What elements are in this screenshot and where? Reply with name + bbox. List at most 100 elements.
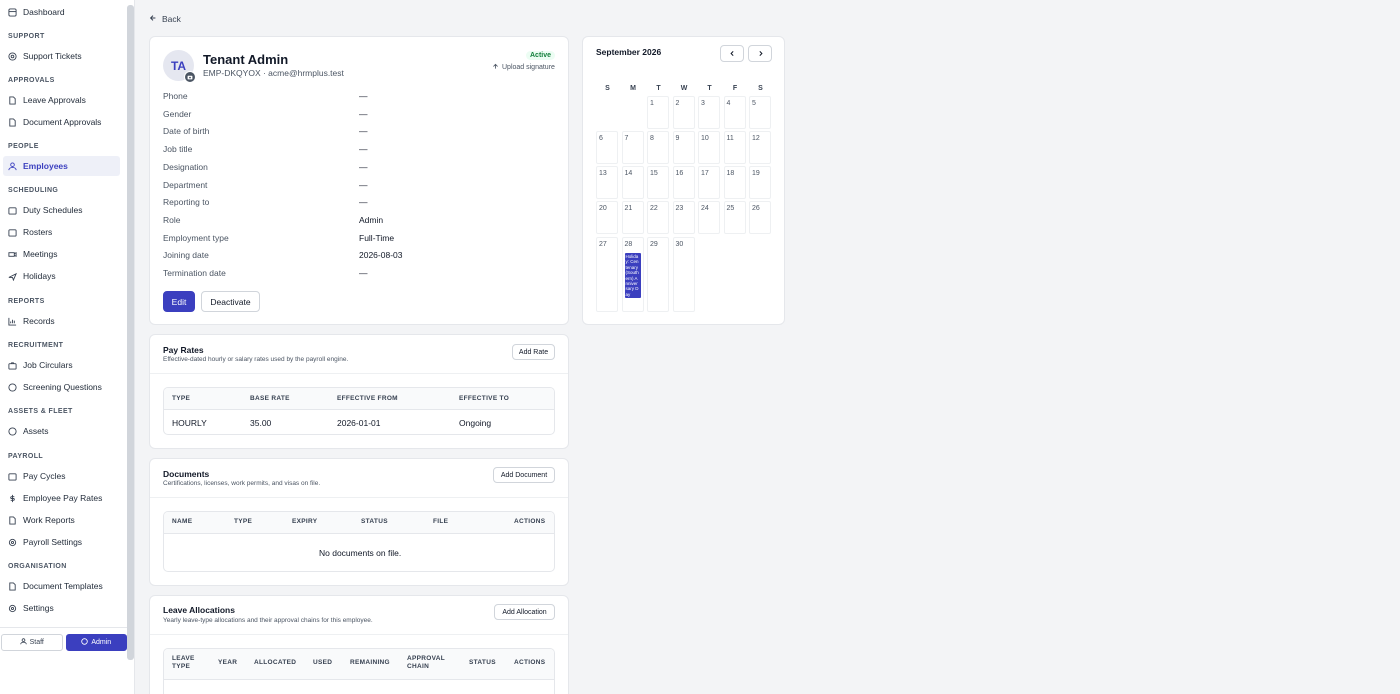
day-number: 13 [599,170,607,177]
calendar-day[interactable]: 11 [723,131,746,164]
th-doc-type: TYPE [234,518,253,525]
cell-type: HOURLY [172,418,207,428]
holiday-event[interactable]: Holiday: Centenary (Southern) Anniversar… [624,253,641,299]
calendar-day[interactable]: 18 [723,166,746,199]
th-year: YEAR [218,659,238,666]
next-month-button[interactable] [748,45,772,62]
sidebar-item-settings[interactable]: Settings [3,598,120,618]
sidebar-item-support-tickets[interactable]: Support Tickets [3,46,120,66]
admin-view-button[interactable]: Admin [65,634,127,651]
day-number: 1 [650,100,654,107]
staff-view-button[interactable]: Staff [1,634,63,651]
plane-icon [8,272,17,281]
documents-table [163,511,555,572]
calendar-day[interactable]: 7 [621,131,644,164]
calendar-day[interactable]: 16 [672,166,695,199]
calendar-day[interactable]: 15 [647,166,669,199]
calendar-day[interactable]: 27 [596,237,618,312]
help-icon [8,51,17,61]
sidebar-item-document-approvals[interactable]: Document Approvals [3,112,120,132]
th-status: STATUS [361,518,388,525]
calendar-day[interactable]: 28 Holiday: Centenary (Southern) Annivers… [621,237,644,312]
sidebar-item-holidays[interactable]: Holidays [3,266,120,286]
sidebar-item-dashboard[interactable]: Dashboard [3,2,120,22]
admin-icon [81,638,89,647]
day-number: 8 [650,135,654,142]
calendar-day[interactable]: 26 [749,201,771,234]
sidebar-item-payroll-settings[interactable]: Payroll Settings [3,532,120,552]
leave-allocations-table [163,648,555,694]
day-number: 16 [675,170,684,177]
sidebar-item-work-reports[interactable]: Work Reports [3,510,120,530]
calendar-day[interactable]: 4 [723,96,746,129]
sidebar-item-rosters[interactable]: Rosters [3,222,120,242]
nav-section-assets: ASSETS & FLEET [8,408,73,415]
calendar-day[interactable]: 20 [596,201,618,234]
deactivate-button[interactable]: Deactivate [201,291,260,312]
calendar-day[interactable]: 17 [698,166,720,199]
day-of-week: S [758,85,763,92]
th-used: USED [313,659,333,666]
field-value: — [359,91,368,101]
prev-month-button[interactable] [720,45,744,62]
sidebar-item-duty-schedules[interactable]: Duty Schedules [3,200,120,220]
sidebar-item-document-templates[interactable]: Document Templates [3,576,120,596]
calendar-day[interactable]: 2 [672,96,695,129]
day-number: 20 [599,205,607,212]
calendar-day[interactable]: 8 [647,131,669,164]
calendar-day[interactable]: 30 [672,237,695,312]
calendar-day[interactable]: 6 [596,131,618,164]
calendar-day[interactable]: 24 [698,201,720,234]
sidebar-scrollbar[interactable] [127,5,134,660]
add-document-button[interactable]: Add Document [493,467,555,483]
arrow-left-icon [149,14,157,24]
day-number: 15 [650,170,658,177]
calendar-day[interactable]: 19 [749,166,771,199]
wallet-icon [8,472,17,481]
sidebar-item-leave-approvals[interactable]: Leave Approvals [3,90,120,110]
calendar-day[interactable]: 14 [621,166,644,199]
calendar-day[interactable]: 9 [672,131,695,164]
admin-label: Admin [91,639,112,646]
sidebar-item-assets[interactable]: Assets [3,421,120,441]
field-label: Department [163,179,208,190]
sidebar-item-job-circulars[interactable]: Job Circulars [3,355,120,375]
calendar-day[interactable]: 12 [749,131,771,164]
sidebar-item-label: Support Tickets [23,51,82,61]
th-approval-chain: APPROVAL CHAIN [407,655,445,670]
upload-signature-button[interactable]: Upload signature [492,63,555,72]
calendar-day[interactable]: 21 [621,201,644,234]
calendar-day[interactable]: 29 [647,237,669,312]
th-actions: ACTIONS [514,518,546,525]
sidebar-item-employee-pay-rates[interactable]: Employee Pay Rates [3,488,120,508]
dashboard-icon [8,7,17,17]
calendar-day[interactable]: 13 [596,166,618,199]
field-value: — [359,126,368,137]
calendar-month: September 2026 [596,47,662,57]
sidebar-item-records[interactable]: Records [3,311,120,331]
field-value: Full-Time [359,232,395,243]
sidebar-item-screening-questions[interactable]: Screening Questions [3,377,120,397]
calendar-day[interactable]: 23 [672,201,695,234]
field-label: Gender [163,108,192,119]
box-icon [8,426,17,436]
edit-button[interactable]: Edit [163,291,195,312]
sidebar-item-employees[interactable]: Employees [3,156,120,176]
calendar-day[interactable]: 3 [698,96,720,129]
calendar-day[interactable]: 10 [698,131,720,164]
sidebar-item-meetings[interactable]: Meetings [3,244,120,264]
sidebar-item-pay-cycles[interactable]: Pay Cycles [3,466,120,486]
add-rate-button[interactable]: Add Rate [512,344,555,360]
camera-icon[interactable] [184,71,196,83]
calendar-day[interactable]: 5 [749,96,771,129]
calendar-day[interactable]: 25 [723,201,746,234]
field-label: Date of birth [163,126,210,137]
calendar-day[interactable]: 1 [647,96,669,129]
documents-divider [150,497,568,498]
back-link[interactable]: Back [149,14,181,24]
calendar-day[interactable]: 22 [647,201,669,234]
field-label: Role [163,214,181,225]
add-allocation-button[interactable]: Add Allocation [494,604,555,620]
nav-section-reports: REPORTS [8,298,45,305]
day-number: 22 [650,205,658,212]
